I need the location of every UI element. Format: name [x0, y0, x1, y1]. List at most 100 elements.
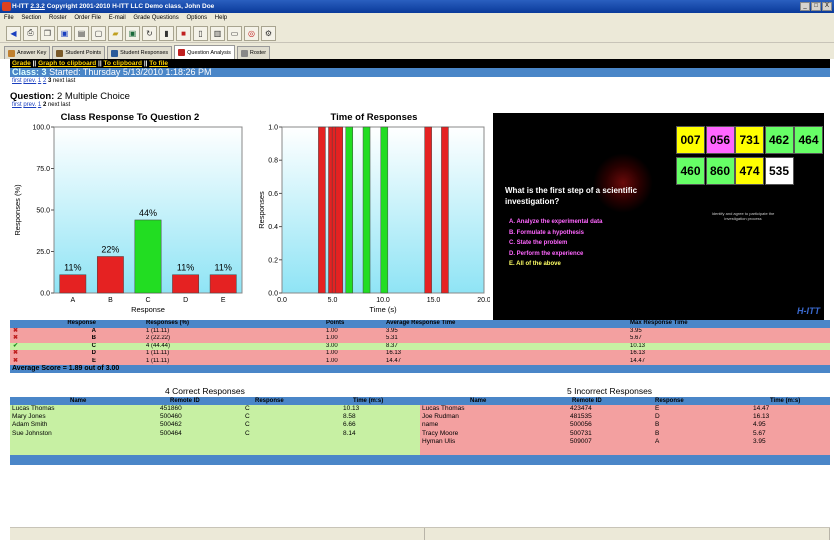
- page-1-link[interactable]: 1: [38, 78, 41, 84]
- menu-order-file[interactable]: Order File: [74, 15, 101, 21]
- cell-name: Joe Rudman: [422, 413, 459, 421]
- menu-grade-questions[interactable]: Grade Questions: [133, 15, 178, 21]
- version-link[interactable]: 2.3.2: [30, 3, 44, 10]
- tab-answer-key[interactable]: Answer Key: [4, 46, 51, 59]
- window-title: H-ITT: [12, 3, 31, 10]
- prev-link[interactable]: prev.: [23, 78, 36, 84]
- response-time-bar: [335, 126, 344, 294]
- y-tick-label: 0.8: [268, 158, 278, 165]
- y-tick-label: 100.0: [32, 125, 50, 132]
- new-icon[interactable]: ▢: [91, 25, 106, 41]
- bar: [59, 274, 87, 294]
- menu-options[interactable]: Options: [186, 15, 207, 21]
- col-name: Name: [70, 398, 87, 404]
- to-file-link[interactable]: To file: [149, 60, 168, 67]
- x-tick-label: E: [221, 297, 226, 304]
- correct-title: 4 Correct Responses: [165, 386, 245, 396]
- tab-student-points[interactable]: Student Points: [52, 46, 106, 59]
- bar-value-label: 11%: [215, 263, 232, 273]
- slide-icon[interactable]: ▭: [227, 25, 242, 41]
- copy-icon[interactable]: ❐: [40, 25, 55, 41]
- prev-link[interactable]: prev.: [23, 102, 36, 108]
- hitt-logo: H-ITT: [797, 306, 820, 316]
- open-folder-icon[interactable]: ▰: [108, 25, 123, 41]
- next-link: next: [47, 102, 60, 108]
- first-link[interactable]: first: [12, 102, 22, 108]
- respondent-number: 056: [705, 126, 735, 154]
- list-item: Mary Jones 500460 C 8.58: [10, 413, 420, 421]
- bar: [96, 256, 124, 294]
- menu-help[interactable]: Help: [215, 15, 227, 21]
- x-icon: ✖: [13, 350, 19, 356]
- question-analysis-icon: [178, 49, 186, 56]
- list-item: Joe Rudman 481535 D 16.13: [420, 413, 830, 421]
- bar: [209, 274, 237, 294]
- menu-roster[interactable]: Roster: [49, 15, 67, 21]
- refresh-icon[interactable]: ↻: [142, 25, 157, 41]
- print-icon[interactable]: ⎙: [23, 25, 38, 41]
- menu-email[interactable]: E-mail: [109, 15, 126, 21]
- footer-bar: [10, 455, 830, 465]
- cell-pct: 4 (44.44): [146, 342, 171, 349]
- menu-bar: File Section Roster Order File E-mail Gr…: [0, 13, 834, 24]
- roster-icon: [240, 49, 248, 57]
- cell-spacer: [96, 358, 146, 366]
- minimize-button[interactable]: _: [800, 2, 810, 11]
- cell-name: Mary Jones: [12, 413, 46, 421]
- close-button[interactable]: X: [822, 2, 832, 11]
- response-row: ✖ B 2 (22.22) 1.00 5.31 5.67: [10, 335, 830, 343]
- tab-roster[interactable]: Roster: [236, 46, 271, 59]
- cell-pts: 1.00: [326, 327, 338, 334]
- graph-to-clipboard-link[interactable]: Graph to clipboard: [38, 60, 96, 67]
- bar-value-label: 44%: [139, 208, 157, 218]
- col-remote-id: Remote ID: [572, 398, 602, 404]
- save-icon[interactable]: ▣: [57, 25, 72, 41]
- stats-icon[interactable]: ▥: [210, 25, 225, 41]
- tab-label: Student Responses: [120, 50, 169, 56]
- slide-option-c: C. State the problem: [509, 240, 568, 246]
- receiver-icon[interactable]: ▯: [193, 25, 208, 41]
- menu-section[interactable]: Section: [21, 15, 41, 21]
- student-responses-icon: [111, 49, 119, 57]
- separator: ||: [143, 60, 148, 67]
- cell-spacer: [96, 335, 146, 343]
- cell-name: Lucas Thomas: [12, 405, 55, 412]
- to-clipboard-link[interactable]: To clipboard: [103, 60, 142, 67]
- col-responses-pct: Responses (%): [146, 320, 190, 326]
- document-icon[interactable]: ▤: [74, 25, 89, 41]
- response-row: ✔ C 4 (44.44) 3.00 8.37 10.13: [10, 342, 830, 350]
- stop-icon[interactable]: ■: [176, 25, 191, 41]
- cell-remote-id: 500731: [570, 429, 592, 437]
- tab-question-analysis[interactable]: Question Analysis: [174, 45, 235, 59]
- grade-link[interactable]: Grade: [12, 60, 31, 67]
- back-arrow-icon[interactable]: ◀: [6, 25, 21, 41]
- settings-icon[interactable]: ⚙: [261, 25, 276, 41]
- x-tick-label: D: [183, 297, 188, 304]
- respondent-number-grid: 007 056 731 462 464 460 860 474 535: [676, 126, 826, 188]
- menu-file[interactable]: File: [4, 15, 14, 21]
- first-link[interactable]: first: [12, 78, 22, 84]
- projector-icon[interactable]: ◎: [244, 25, 259, 41]
- check-icon: ✔: [13, 342, 19, 349]
- cell-max: 16.13: [630, 350, 646, 356]
- disk-icon[interactable]: ▣: [125, 25, 140, 41]
- separator: ||: [98, 60, 102, 67]
- time-of-responses-chart: Time of Responses 0.0 0.2 0.4 0.6 0.8 1.0 0.0 5…: [257, 112, 491, 320]
- page-1-link[interactable]: 1: [38, 102, 41, 108]
- cell-time: 8.14: [343, 429, 356, 437]
- respondent-number: 462: [764, 126, 794, 154]
- incorrect-responses-list: Lucas Thomas 423474 E 14.47 Joe Rudman 481535…: [420, 405, 830, 455]
- page-2-link[interactable]: 2: [43, 78, 46, 84]
- status-bar: [10, 527, 830, 540]
- chart-title: Time of Responses: [330, 112, 418, 123]
- x-tick-label: 15.0: [427, 297, 441, 304]
- next-link: next: [52, 78, 65, 84]
- maximize-button[interactable]: □: [811, 2, 821, 11]
- respondent-number: 007: [676, 126, 705, 154]
- slide-small-text: Identify and agree to participate the in…: [711, 211, 775, 221]
- cell-name: Lucas Thomas: [422, 405, 465, 412]
- tab-student-responses[interactable]: Student Responses: [107, 46, 173, 59]
- list-item: Adam Smith 500462 C 6.66: [10, 421, 420, 429]
- remote-icon[interactable]: ▮: [159, 25, 174, 41]
- cell-max: 5.67: [630, 335, 642, 341]
